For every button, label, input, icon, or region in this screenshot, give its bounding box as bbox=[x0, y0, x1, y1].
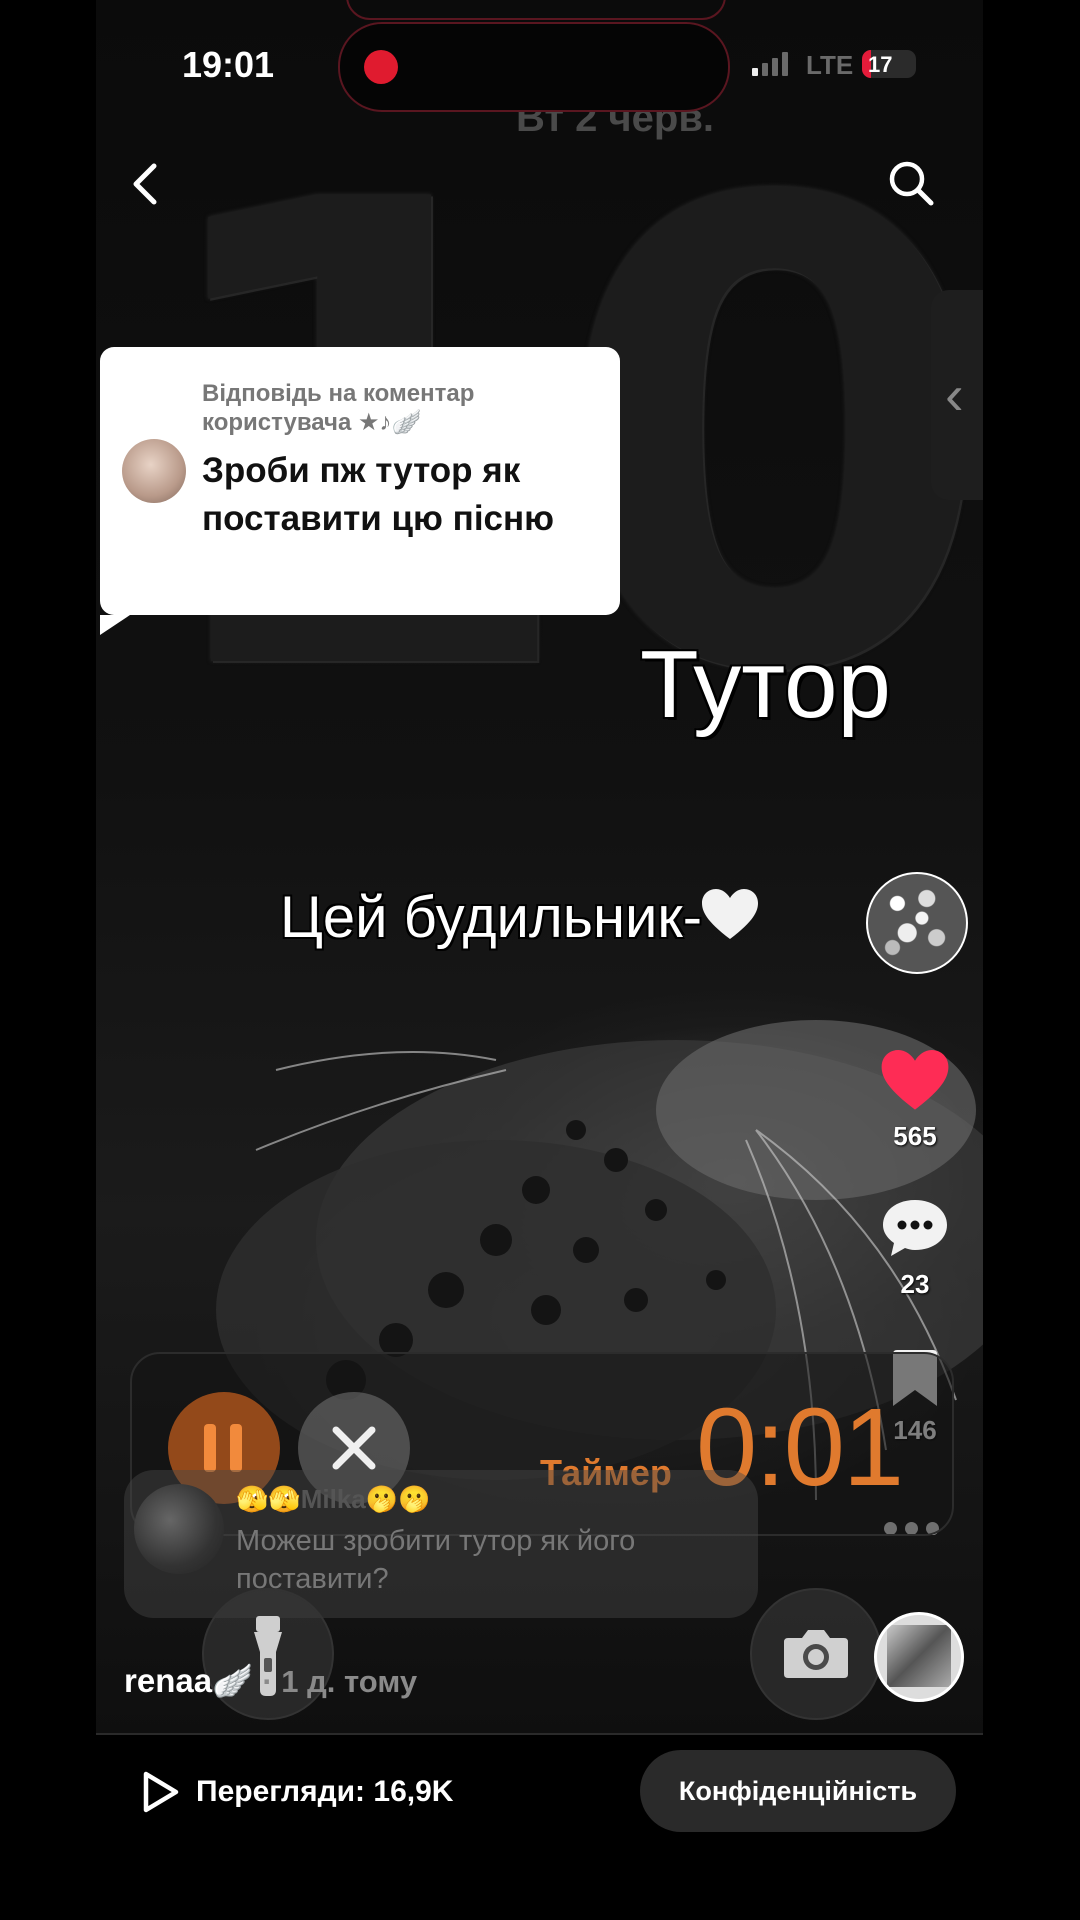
post-time: · 1 д. тому bbox=[262, 1664, 418, 1699]
search-icon[interactable] bbox=[886, 158, 936, 208]
reply-header: Відповідь на коментар користувача ★♪🪽 bbox=[202, 380, 475, 436]
author-username[interactable]: renaa🪽 bbox=[124, 1662, 253, 1699]
music-disc-icon[interactable] bbox=[874, 1612, 964, 1702]
views-button[interactable]: Перегляди: 16,9K bbox=[140, 1770, 453, 1814]
battery-level: 17 bbox=[868, 52, 893, 77]
privacy-button[interactable]: Конфіденційність bbox=[640, 1750, 956, 1832]
battery-icon: 17 bbox=[862, 50, 916, 78]
status-bar: 19:01 LTE 17 bbox=[0, 0, 1080, 130]
author-avatar[interactable] bbox=[866, 872, 968, 974]
status-time: 19:01 bbox=[182, 44, 275, 85]
overlay-title: Тутор bbox=[640, 631, 891, 738]
comment-text: Можеш зробити тутор як його поставити? bbox=[236, 1525, 636, 1595]
comment-icon bbox=[883, 1200, 947, 1256]
like-button[interactable]: 565 bbox=[880, 1050, 950, 1152]
signal-icon bbox=[752, 52, 788, 76]
reply-text: Зроби пж тутор як поставити цю пісню bbox=[202, 451, 555, 538]
comment-preview: 🫣🫣Milka🫢🫢 Можеш зробити тутор як його по… bbox=[124, 1470, 758, 1618]
overlay-text: Цей будильник- bbox=[280, 884, 759, 951]
comment-username: 🫣🫣Milka🫢🫢 bbox=[236, 1484, 431, 1514]
views-count: Перегляди: 16,9K bbox=[196, 1775, 454, 1808]
back-button[interactable] bbox=[126, 160, 166, 208]
play-icon bbox=[143, 1771, 179, 1813]
chevron-left-icon: ‹ bbox=[945, 363, 964, 426]
avatar bbox=[122, 439, 186, 503]
side-panel-handle[interactable]: ‹ bbox=[931, 290, 983, 500]
divider bbox=[96, 1733, 983, 1735]
comment-button[interactable]: 23 bbox=[880, 1198, 950, 1300]
network-type: LTE bbox=[806, 50, 854, 80]
recording-indicator-icon bbox=[364, 50, 398, 84]
dynamic-island bbox=[338, 22, 730, 112]
like-count: 565 bbox=[893, 1121, 937, 1151]
heart-icon bbox=[881, 1050, 949, 1110]
reply-comment-card[interactable]: Відповідь на коментар користувача ★♪🪽 Зр… bbox=[100, 347, 620, 635]
avatar bbox=[134, 1484, 224, 1574]
white-heart-icon bbox=[702, 889, 759, 939]
comment-count: 23 bbox=[900, 1269, 930, 1299]
camera-icon bbox=[750, 1588, 882, 1720]
overlay-alarm-text: Цей будильник- bbox=[280, 885, 703, 950]
caption: renaa🪽 · 1 д. тому bbox=[124, 1662, 417, 1701]
dynamic-island-outline bbox=[346, 0, 726, 20]
